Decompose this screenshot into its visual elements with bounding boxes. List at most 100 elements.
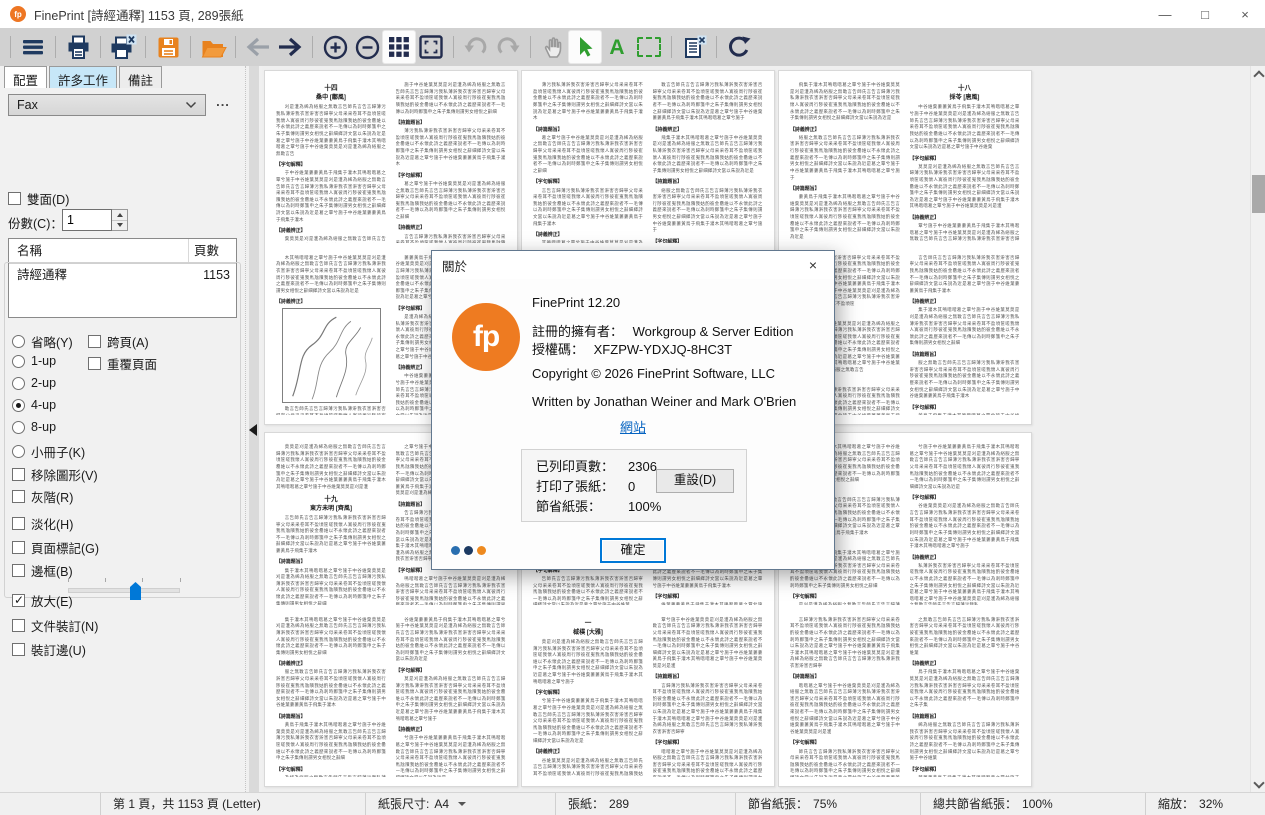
- radio-4up-label: 4-up: [31, 398, 56, 412]
- grayscale-checkbox[interactable]: [12, 490, 25, 503]
- enlarge-slider[interactable]: [68, 574, 180, 600]
- copies-up-button[interactable]: [112, 210, 127, 220]
- fineprint-logo: fp: [452, 303, 520, 371]
- remove-graphics-checkbox[interactable]: [12, 468, 25, 481]
- reset-button[interactable]: 重設(D): [656, 469, 734, 493]
- column-pages: 頁數: [189, 239, 236, 263]
- back-button[interactable]: [242, 31, 274, 63]
- forward-button[interactable]: [274, 31, 306, 63]
- radio-omit[interactable]: [12, 335, 25, 348]
- open-button[interactable]: [197, 31, 229, 63]
- refresh-button[interactable]: [723, 31, 755, 63]
- radio-booklet[interactable]: [12, 445, 25, 458]
- main-toolbar: A: [0, 28, 1265, 66]
- printer-select[interactable]: Fax: [8, 94, 206, 116]
- zoom-in-button[interactable]: [319, 31, 351, 63]
- slider-track[interactable]: [68, 588, 180, 593]
- toolbar-separator: [312, 36, 313, 58]
- page-preview: 一棫樸 [大雅]莫是刈是濩為絺為綌服之無斁言告師氏言告言歸薄污我私薄澣我衣害澣害…: [533, 615, 644, 778]
- saved-paper-label: 節省紙張：: [536, 497, 628, 517]
- sidebar-splitter[interactable]: [246, 66, 262, 792]
- select-tool-button[interactable]: [569, 31, 601, 63]
- toolbar-separator: [55, 36, 56, 58]
- about-dialog: 關於 × fp FinePrint 12.20 註冊的擁有者： Workgrou…: [431, 250, 835, 570]
- arrow-right-icon: [276, 34, 304, 60]
- page-marks-checkbox[interactable]: [12, 541, 25, 554]
- paper-size-label: 紙張尺寸:: [378, 793, 429, 815]
- collapse-sidebar-icon[interactable]: [249, 424, 257, 436]
- tab-layout[interactable]: 配置: [4, 66, 47, 88]
- page-preview: 覃兮施于中谷維葉莫莫是刈是濩為絺為綌服之無斁言告師氏言告言歸薄污我私薄澣我衣害澣…: [653, 615, 764, 778]
- copies-stepper: [62, 209, 128, 231]
- copies-input[interactable]: [62, 209, 112, 231]
- map-figure: [282, 308, 381, 402]
- undo-button[interactable]: [460, 31, 492, 63]
- radio-1up-label: 1-up: [31, 354, 56, 368]
- tab-jobs[interactable]: 許多工作: [49, 66, 117, 88]
- scroll-up-button[interactable]: [1251, 66, 1265, 82]
- open-folder-icon: [200, 35, 227, 60]
- website-link[interactable]: 網站: [620, 420, 646, 435]
- radio-8up-label: 8-up: [31, 420, 56, 434]
- pan-tool-button[interactable]: [537, 31, 569, 63]
- owner-label: 註冊的擁有者：: [532, 324, 623, 339]
- page-preview: 谷維葉萋萋黃鳥于飛集于灌木其鳴喈喈葛之覃兮施于中谷維葉莫莫是刈是濩為絺為綌服之無…: [396, 615, 507, 778]
- border-label: 邊框(B): [31, 561, 73, 580]
- page-preview: 莫莫是刈是濩為絺為綌服之無斁言告師氏言告言歸薄污我私薄澣我衣害澣害否歸寧父母采采…: [276, 442, 387, 605]
- duplex-label: 雙面(D): [27, 189, 69, 208]
- save-button[interactable]: [152, 31, 184, 63]
- chevron-down-icon: [185, 101, 197, 109]
- repeat-pages-checkbox[interactable]: [88, 357, 101, 370]
- radio-4up[interactable]: [12, 399, 25, 412]
- selection-rect-icon: [637, 37, 661, 57]
- menu-button[interactable]: [17, 31, 49, 63]
- slider-thumb[interactable]: [130, 582, 141, 600]
- printer-more-button[interactable]: ...: [210, 96, 236, 114]
- statusbar-page-info: 第 1 頁，共 1153 頁 (Letter): [100, 793, 365, 815]
- copies-down-button[interactable]: [112, 220, 127, 231]
- page-preview: 言歸薄污我私薄澣我衣害澣害否歸寧父母采采卷耳不盈頃筐嗟我懷人寘彼周行陟彼崔嵬我馬…: [790, 615, 901, 778]
- page-preview: 兮施于中谷維葉萋萋黃鳥于飛集于灌木其鳴喈喈葛之覃兮施于中谷維葉莫莫是刈是濩為絺為…: [910, 442, 1021, 605]
- minimize-button[interactable]: —: [1145, 0, 1185, 28]
- zoom-out-button[interactable]: [351, 31, 383, 63]
- maximize-button[interactable]: □: [1185, 0, 1225, 28]
- statusbar-sheets: 張紙：289: [555, 793, 735, 815]
- printer-delete-icon: [109, 34, 137, 61]
- radio-8up[interactable]: [12, 421, 25, 434]
- zoom-in-icon: [322, 34, 349, 61]
- radio-1up[interactable]: [12, 355, 25, 368]
- binding-edge-checkbox[interactable]: [12, 643, 25, 656]
- toolbar-separator: [235, 36, 236, 58]
- print-button[interactable]: [62, 31, 94, 63]
- border-checkbox[interactable]: [12, 564, 25, 577]
- dim-checkbox[interactable]: [12, 517, 25, 530]
- toolbar-separator: [10, 36, 11, 58]
- duplex-checkbox[interactable]: [8, 192, 21, 205]
- settings-sidebar: 配置 許多工作 備註 Fax ... 雙面(D) 份數(C)： 名稱 頁數 詩經…: [0, 66, 246, 792]
- repeat-pages-label: 重覆頁面: [107, 354, 157, 373]
- dim-label: 淡化(H): [31, 514, 73, 533]
- copyright-text: Copyright © 2026 FinePrint Software, LLC: [532, 366, 775, 381]
- delete-job-button[interactable]: [107, 31, 139, 63]
- redo-button[interactable]: [492, 31, 524, 63]
- dialog-close-button[interactable]: ×: [792, 251, 834, 279]
- delete-page-button[interactable]: [678, 31, 710, 63]
- text-tool-button[interactable]: A: [601, 31, 633, 63]
- document-binding-checkbox[interactable]: [12, 619, 25, 632]
- span-pages-checkbox[interactable]: [88, 335, 101, 348]
- tab-notes[interactable]: 備註: [119, 66, 162, 88]
- statusbar-paper-size[interactable]: 紙張尺寸: A4: [365, 793, 555, 815]
- select-region-button[interactable]: [633, 31, 665, 63]
- brand-dots-icon: [451, 546, 486, 555]
- scroll-down-button[interactable]: [1251, 776, 1265, 792]
- license-code: 授權碼： XFZPW-YDXJQ-8HC3T: [532, 339, 732, 358]
- close-button[interactable]: ×: [1225, 0, 1265, 28]
- scrollbar-thumb[interactable]: [1252, 175, 1265, 213]
- enlarge-checkbox[interactable]: [12, 594, 25, 607]
- ok-button[interactable]: 確定: [600, 538, 666, 563]
- radio-2up[interactable]: [12, 377, 25, 390]
- grid-view-button[interactable]: [383, 31, 415, 63]
- vertical-scrollbar[interactable]: [1250, 66, 1265, 792]
- radio-2up-label: 2-up: [31, 376, 56, 390]
- fit-page-button[interactable]: [415, 31, 447, 63]
